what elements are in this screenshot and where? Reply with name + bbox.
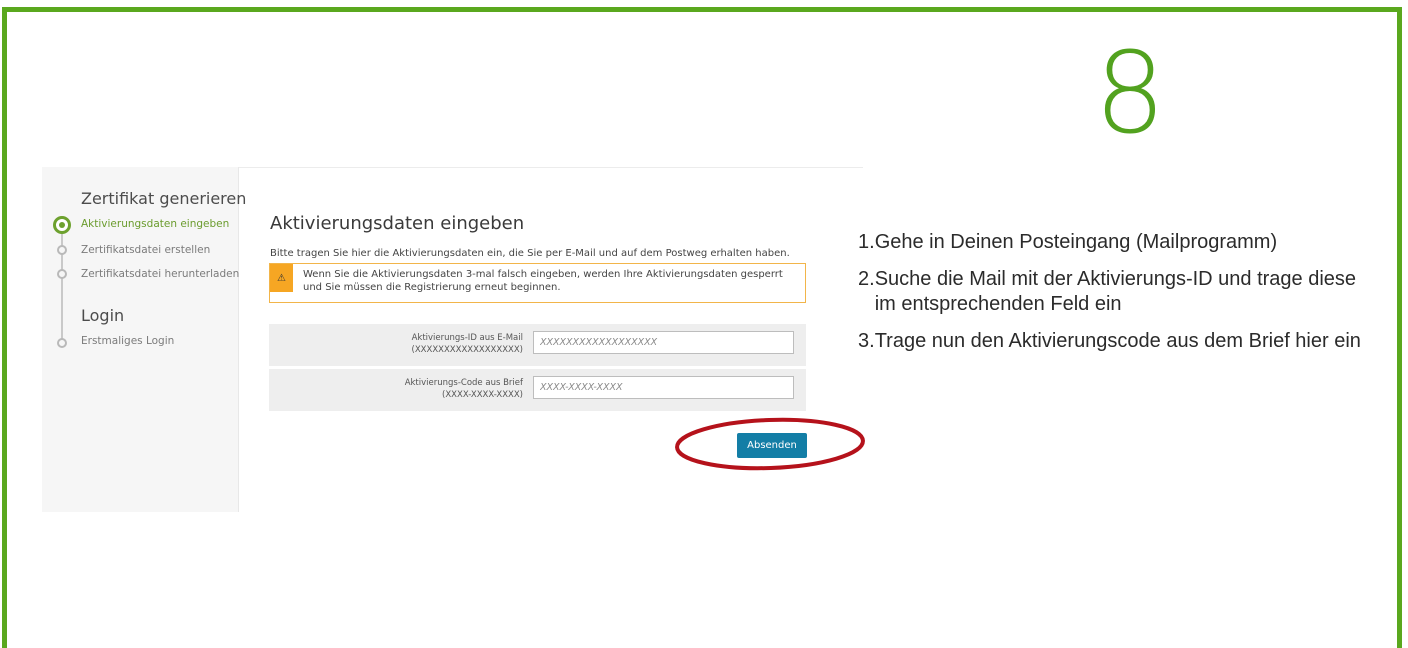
instruction-number: 1. <box>858 231 875 253</box>
instruction-number: 2. <box>858 268 875 290</box>
instruction-text: Suche die Mail mit der Aktivierungs-ID u… <box>874 268 1357 315</box>
warning-box: ⚠ Wenn Sie die Aktivierungsdaten 3-mal f… <box>269 263 806 303</box>
instructions-list: 1. Gehe in Deinen Posteingang (Mailprogr… <box>858 230 1370 366</box>
step-circle-icon <box>57 245 67 255</box>
activation-code-label-text: Aktivierungs-Code aus Brief <box>404 378 523 388</box>
activation-code-format: (XXXX-XXXX-XXXX) <box>442 390 523 400</box>
sidebar-step-zertifikatsdatei-herunterladen[interactable]: Zertifikatsdatei herunterladen <box>81 268 239 280</box>
step-number: 8 <box>1094 29 1166 159</box>
highlight-ellipse <box>675 417 865 471</box>
activation-id-input[interactable] <box>533 331 794 354</box>
activation-id-label: Aktivierungs-ID aus E-Mail (XXXXXXXXXXXX… <box>412 332 523 356</box>
instruction-text: Gehe in Deinen Posteingang (Mailprogramm… <box>874 231 1278 253</box>
sidebar-step-erstmaliges-login[interactable]: Erstmaliges Login <box>81 335 174 347</box>
activation-id-format: (XXXXXXXXXXXXXXXXXX) <box>411 345 523 355</box>
step-circle-icon <box>57 338 67 348</box>
warning-text: Wenn Sie die Aktivierungsdaten 3-mal fal… <box>303 269 783 293</box>
activation-id-label-text: Aktivierungs-ID aus E-Mail <box>411 333 523 343</box>
sidebar-section-title-zertifikat: Zertifikat generieren <box>81 189 247 208</box>
sidebar: Zertifikat generieren Aktivierungsdaten … <box>42 167 246 512</box>
instruction-item: 2. Suche die Mail mit der Aktivierungs-I… <box>858 267 1370 317</box>
step-circle-icon <box>57 269 67 279</box>
sidebar-step-zertifikatsdatei-erstellen[interactable]: Zertifikatsdatei erstellen <box>81 244 210 256</box>
instruction-text: Trage nun den Aktivierungscode aus dem B… <box>874 330 1361 352</box>
sidebar-section-title-login: Login <box>81 306 125 325</box>
activation-code-input[interactable] <box>533 376 794 399</box>
instruction-item: 3. Trage nun den Aktivierungscode aus de… <box>858 329 1370 354</box>
warning-icon: ⚠ <box>270 264 293 292</box>
active-step-icon <box>53 216 71 234</box>
activation-code-label: Aktivierungs-Code aus Brief (XXXX-XXXX-X… <box>405 377 523 401</box>
sidebar-step-aktivierungsdaten[interactable]: Aktivierungsdaten eingeben <box>81 218 229 230</box>
instruction-number: 3. <box>858 330 875 352</box>
top-divider <box>239 167 863 168</box>
form-row-activation-code: Aktivierungs-Code aus Brief (XXXX-XXXX-X… <box>269 369 806 411</box>
form-row-activation-id: Aktivierungs-ID aus E-Mail (XXXXXXXXXXXX… <box>269 324 806 366</box>
page-intro-text: Bitte tragen Sie hier die Aktivierungsda… <box>270 248 790 259</box>
page-title: Aktivierungsdaten eingeben <box>270 213 525 234</box>
instruction-item: 1. Gehe in Deinen Posteingang (Mailprogr… <box>858 230 1370 255</box>
